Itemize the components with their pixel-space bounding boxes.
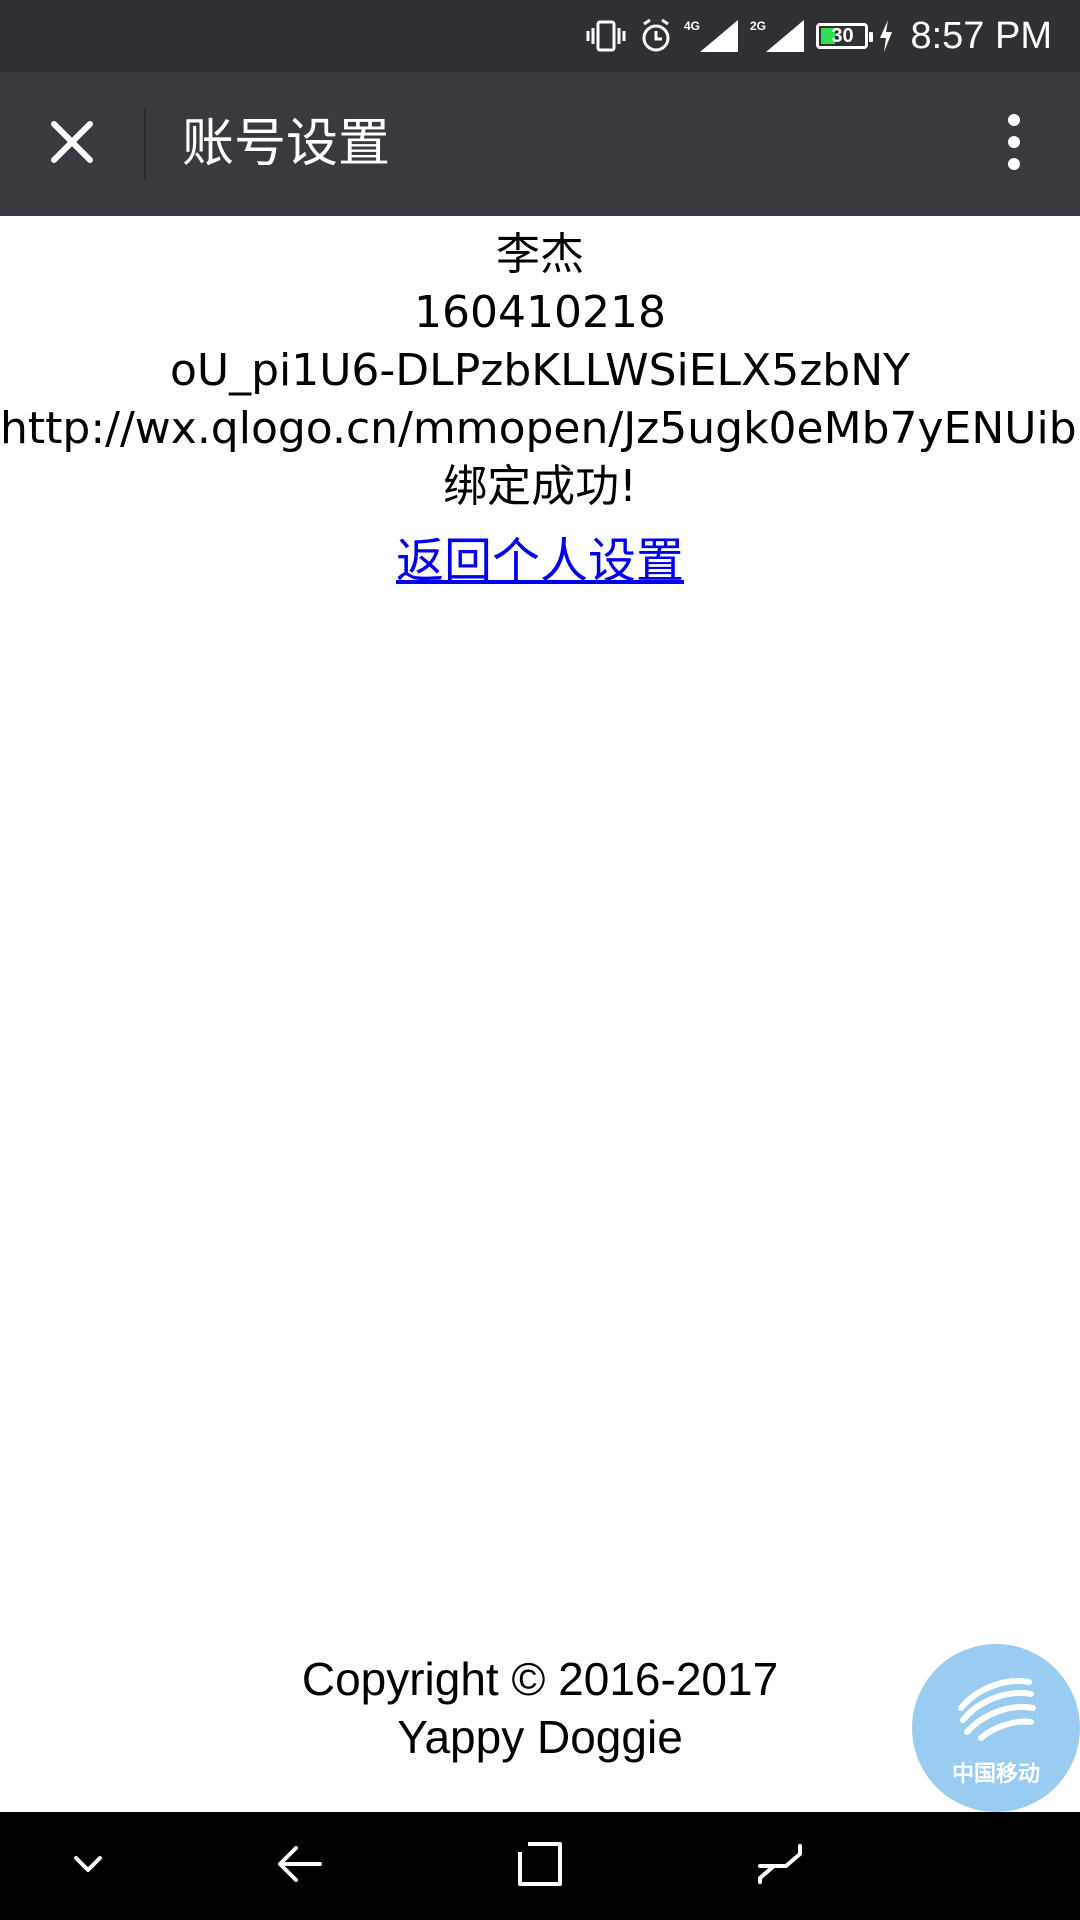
- signal-2g-icon: 2G: [750, 16, 806, 56]
- status-icons: 4G 2G 30 8:57 PM: [584, 0, 1052, 72]
- back-to-settings-link[interactable]: 返回个人设置: [396, 530, 684, 592]
- status-bar: 4G 2G 30 8:57 PM: [0, 0, 1080, 72]
- openid-text: oU_pi1U6-DLPzbKLLWSiELX5zbNY: [169, 345, 911, 396]
- back-icon: [276, 1842, 324, 1890]
- china-mobile-logo-icon: [951, 1668, 1041, 1752]
- carrier-label: 中国移动: [951, 1762, 1040, 1787]
- app-bar: 账号设置: [0, 72, 1080, 216]
- home-icon: [516, 1840, 564, 1892]
- status-time: 8:57 PM: [910, 14, 1052, 57]
- more-vertical-icon: [1006, 112, 1022, 176]
- navigation-bar: [0, 1812, 1080, 1920]
- status-message: 绑定成功!: [443, 461, 637, 512]
- user-name: 李杰: [496, 229, 584, 280]
- main-content: 李杰 160410218 oU_pi1U6-DLPzbKLLWSiELX5zbN…: [0, 216, 1080, 592]
- recent-apps-icon: [756, 1842, 804, 1890]
- hide-keyboard-button[interactable]: [28, 1812, 148, 1920]
- back-button[interactable]: [240, 1812, 360, 1920]
- student-id: 160410218: [414, 287, 666, 338]
- avatar-url-text: http://wx.qlogo.cn/mmopen/Jz5ugk0eMb7yEN…: [0, 403, 1077, 454]
- battery-level: 30: [831, 24, 854, 47]
- alarm-icon: [638, 16, 674, 56]
- close-icon: [48, 118, 96, 170]
- chevron-down-icon: [72, 1854, 104, 1878]
- charging-icon: [878, 18, 894, 54]
- carrier-floating-badge[interactable]: 中国移动: [912, 1644, 1080, 1812]
- app-bar-divider: [144, 108, 146, 180]
- screen: 4G 2G 30 8:57 PM 账号设置 李杰 160410218 oU_pi…: [0, 0, 1080, 1920]
- page-title: 账号设置: [182, 114, 391, 174]
- signal-4g-icon: 4G: [684, 16, 740, 56]
- close-button[interactable]: [36, 114, 108, 174]
- home-button[interactable]: [480, 1812, 600, 1920]
- recent-apps-button[interactable]: [720, 1812, 840, 1920]
- battery-icon: 30: [816, 23, 874, 49]
- network-2-label: 2G: [750, 19, 766, 33]
- vibrate-icon: [584, 16, 628, 56]
- more-options-button[interactable]: [978, 108, 1050, 180]
- network-1-label: 4G: [684, 19, 700, 33]
